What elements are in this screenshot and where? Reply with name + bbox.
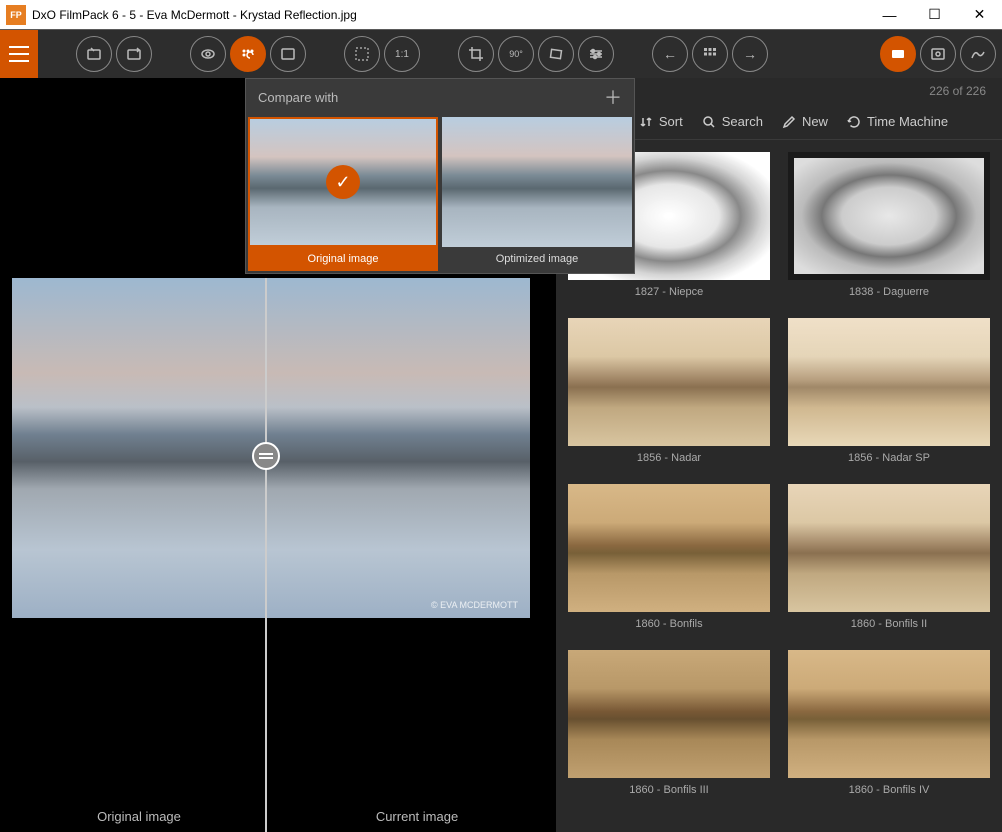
preset-label: 1827 - Niepce bbox=[568, 280, 770, 304]
titlebar: FP DxO FilmPack 6 - 5 - Eva McDermott - … bbox=[0, 0, 1002, 30]
preset-label: 1856 - Nadar SP bbox=[788, 446, 990, 470]
preset-thumb bbox=[788, 484, 990, 612]
prev-button[interactable]: ← bbox=[652, 36, 688, 72]
add-compare-button[interactable]: ＋ bbox=[604, 84, 622, 110]
window-title: DxO FilmPack 6 - 5 - Eva McDermott - Kry… bbox=[32, 8, 867, 22]
preset-thumb bbox=[568, 650, 770, 778]
open-image-button[interactable] bbox=[76, 36, 112, 72]
viewer-label-right: Current image bbox=[278, 809, 556, 824]
export-button[interactable] bbox=[116, 36, 152, 72]
preset-label: 1860 - Bonfils bbox=[568, 612, 770, 636]
split-divider bbox=[265, 278, 267, 832]
presets-panel-button[interactable] bbox=[880, 36, 916, 72]
split-handle[interactable] bbox=[252, 442, 280, 470]
preset-item[interactable]: 1856 - Nadar SP bbox=[788, 318, 990, 470]
compare-popup: Compare with ＋ ✓ Original image Optimize… bbox=[245, 78, 635, 274]
menu-button[interactable] bbox=[0, 30, 38, 78]
straighten-button[interactable] bbox=[538, 36, 574, 72]
window-controls: — ☐ ✕ bbox=[867, 0, 1002, 30]
search-button[interactable]: Search bbox=[701, 114, 763, 130]
next-button[interactable]: → bbox=[732, 36, 768, 72]
preset-item[interactable]: 1838 - Daguerre bbox=[788, 152, 990, 304]
preset-thumb bbox=[788, 318, 990, 446]
grid-button[interactable] bbox=[692, 36, 728, 72]
viewer-label-left: Original image bbox=[0, 809, 278, 824]
preset-label: 1860 - Bonfils IV bbox=[788, 778, 990, 802]
history-icon bbox=[846, 114, 862, 130]
compare-thumb-label: Original image bbox=[248, 247, 438, 271]
preset-label: 1838 - Daguerre bbox=[788, 280, 990, 304]
sort-icon bbox=[638, 114, 654, 130]
compare-header-label: Compare with bbox=[258, 90, 338, 105]
preset-label: 1860 - Bonfils III bbox=[568, 778, 770, 802]
preset-item[interactable]: 1860 - Bonfils II bbox=[788, 484, 990, 636]
preset-thumb bbox=[788, 152, 990, 280]
preset-item[interactable]: 1860 - Bonfils IV bbox=[788, 650, 990, 802]
single-view-button[interactable] bbox=[270, 36, 306, 72]
toolbar: 1:1 90° ← → bbox=[0, 30, 1002, 78]
preview-button[interactable] bbox=[190, 36, 226, 72]
compare-thumb-original[interactable]: ✓ Original image bbox=[248, 117, 438, 271]
preset-label: 1856 - Nadar bbox=[568, 446, 770, 470]
preset-thumb bbox=[788, 650, 990, 778]
search-icon bbox=[701, 114, 717, 130]
rotate-button[interactable]: 90° bbox=[498, 36, 534, 72]
viewer-pane: Compare with ＋ ✓ Original image Optimize… bbox=[0, 78, 556, 832]
minimize-button[interactable]: — bbox=[867, 0, 912, 30]
sort-button[interactable]: Sort bbox=[638, 114, 683, 130]
close-button[interactable]: ✕ bbox=[957, 0, 1002, 30]
adjust-button[interactable] bbox=[578, 36, 614, 72]
histogram-button[interactable] bbox=[960, 36, 996, 72]
check-icon: ✓ bbox=[326, 165, 360, 199]
preset-item[interactable]: 1856 - Nadar bbox=[568, 318, 770, 470]
time-machine-button[interactable]: Time Machine bbox=[846, 114, 948, 130]
compare-button[interactable] bbox=[230, 36, 266, 72]
fit-button[interactable] bbox=[344, 36, 380, 72]
preset-label: 1860 - Bonfils II bbox=[788, 612, 990, 636]
new-button[interactable]: New bbox=[781, 114, 828, 130]
zoom-1to1-button[interactable]: 1:1 bbox=[384, 36, 420, 72]
compare-thumb-label: Optimized image bbox=[442, 247, 632, 271]
preset-item[interactable]: 1860 - Bonfils III bbox=[568, 650, 770, 802]
preset-thumb bbox=[568, 484, 770, 612]
app-icon: FP bbox=[6, 5, 26, 25]
edit-icon bbox=[781, 114, 797, 130]
preset-thumb bbox=[568, 318, 770, 446]
preset-item[interactable]: 1860 - Bonfils bbox=[568, 484, 770, 636]
snapshot-button[interactable] bbox=[920, 36, 956, 72]
crop-button[interactable] bbox=[458, 36, 494, 72]
maximize-button[interactable]: ☐ bbox=[912, 0, 957, 30]
watermark: © EVA MCDERMOTT bbox=[431, 600, 518, 610]
compare-thumb-optimized[interactable]: Optimized image bbox=[442, 117, 632, 271]
